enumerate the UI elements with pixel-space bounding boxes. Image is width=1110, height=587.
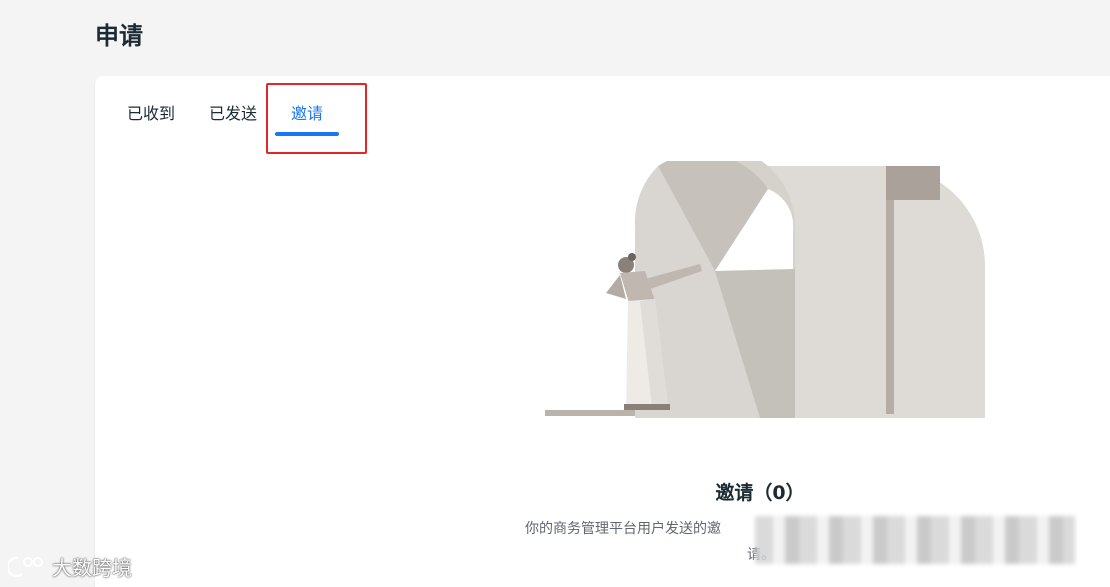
annotation-highlight-box — [266, 83, 367, 154]
watermark-text: 大数跨境 — [52, 556, 132, 580]
page-root: 申请 已收到 已发送 邀请 邀请（0） 你的商务管理平台用户发送的邀 大数跨境 — [0, 0, 1110, 587]
person-feet — [624, 404, 670, 410]
tab-sent[interactable]: 已发送 — [207, 96, 259, 134]
empty-state-title: 邀请（0） — [715, 482, 805, 504]
page-title: 申请 — [95, 22, 143, 50]
redaction-blur — [755, 516, 1075, 564]
mailbox-flag — [886, 166, 940, 200]
watermark-logo-icon — [8, 556, 43, 577]
person-hair — [628, 253, 636, 261]
tab-received[interactable]: 已收到 — [125, 96, 177, 134]
requests-card: 已收到 已发送 邀请 邀请（0） 你的商务管理平台用户发送的邀 — [95, 76, 1110, 587]
empty-mailbox-illustration — [545, 161, 985, 418]
mailbox-flag-pole — [886, 166, 894, 414]
watermark: 大数跨境 — [8, 552, 132, 581]
